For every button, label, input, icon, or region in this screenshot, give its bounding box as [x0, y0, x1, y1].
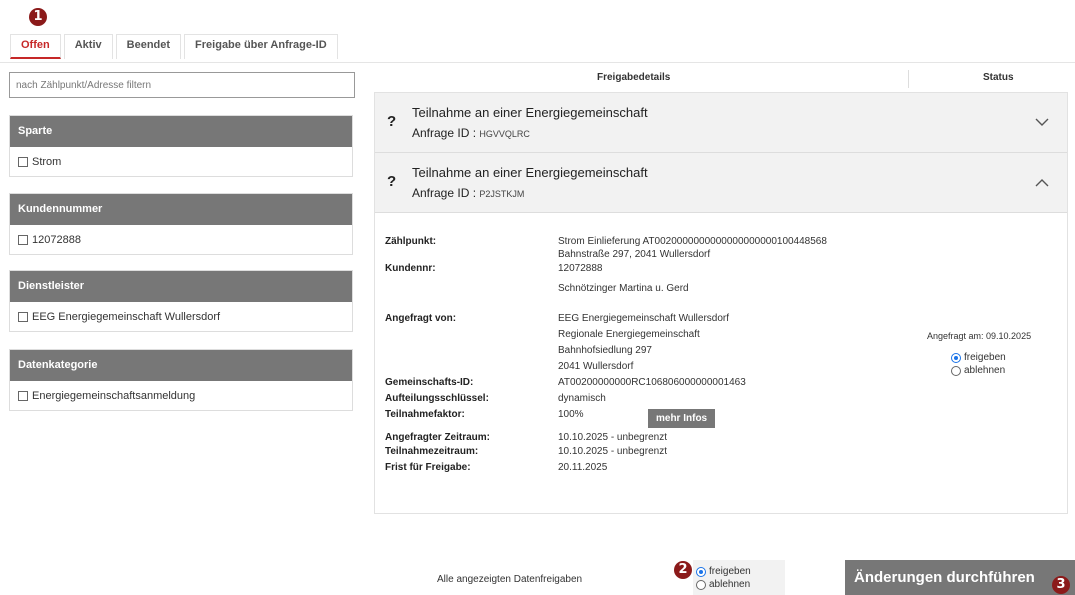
bulk-radio-freigeben[interactable]: freigeben [696, 565, 785, 578]
request-id-label: Anfrage ID : [412, 186, 477, 200]
bulk-decision-radios: freigeben ablehnen [693, 560, 785, 595]
requests-panel: ? Teilnahme an einer Energiegemeinschaft… [374, 92, 1068, 514]
request-details: Zählpunkt: Strom Einlieferung AT00200000… [375, 213, 1067, 513]
filter-option-label: EEG Energiegemeinschaft Wullersdorf [32, 310, 221, 323]
filter-option-dienstleister[interactable]: EEG Energiegemeinschaft Wullersdorf [10, 302, 352, 331]
chevron-down-icon[interactable] [1035, 115, 1049, 130]
mehr-infos-button[interactable]: mehr Infos [648, 409, 716, 428]
angefragt-von-name: EEG Energiegemeinschaft Wullersdorf [558, 313, 730, 324]
bulk-radio-ablehnen[interactable]: ablehnen [696, 578, 785, 591]
checkbox[interactable] [18, 311, 28, 322]
radio-label: ablehnen [709, 579, 751, 590]
question-icon: ? [387, 173, 397, 190]
angefragter-zeitraum-label: Angefragter Zeitraum: [385, 432, 491, 443]
gemeinschafts-id-label: Gemeinschafts-ID: [385, 377, 474, 388]
request-id-line: Anfrage ID : P2JSTKJM [412, 186, 524, 200]
zaehlpunkt-label: Zählpunkt: [385, 236, 437, 247]
frist-label: Frist für Freigabe: [385, 462, 471, 473]
filter-group-title: Dienstleister [10, 271, 352, 302]
filter-option-label: Energiegemeinschaftsanmeldung [32, 389, 196, 402]
radio-label: freigeben [709, 566, 751, 577]
teilnahmezeitraum-value: 10.10.2025 - unbegrenzt [558, 446, 667, 457]
gemeinschafts-id-value: AT00200000000RC106806000000001463 [558, 377, 746, 388]
address-filter-input[interactable] [9, 72, 355, 98]
request-id-label: Anfrage ID : [412, 126, 477, 140]
aufteilung-label: Aufteilungsschlüssel: [385, 393, 489, 404]
radio-ablehnen[interactable]: ablehnen [951, 364, 1006, 377]
tab-freigabe-anfrage-id[interactable]: Freigabe über Anfrage-ID [184, 34, 338, 59]
aufteilung-value: dynamisch [558, 393, 606, 404]
zaehlpunkt-value: Strom Einlieferung AT0020000000000000000… [558, 236, 827, 247]
column-header-details: Freigabedetails [597, 72, 671, 83]
angefragt-von-city: 2041 Wullersdorf [558, 361, 634, 372]
tab-beendet[interactable]: Beendet [115, 34, 182, 59]
filter-option-kundennummer[interactable]: 12072888 [10, 225, 352, 254]
filter-group-dienstleister: Dienstleister EEG Energiegemeinschaft Wu… [9, 270, 353, 332]
zaehlpunkt-address: Bahnstraße 297, 2041 Wullersdorf [558, 249, 711, 260]
filter-group-kundennummer: Kundennummer 12072888 [9, 193, 353, 255]
request-id-value: P2JSTKJM [479, 189, 525, 199]
radio-button-selected[interactable] [696, 566, 706, 577]
radio-label: freigeben [964, 352, 1006, 363]
teilnahmefaktor-value: 100% [558, 409, 584, 420]
step-marker-1: 1 [29, 8, 47, 26]
filter-option-label: 12072888 [32, 233, 81, 246]
checkbox[interactable] [18, 390, 28, 401]
step-marker-3: 3 [1052, 576, 1070, 594]
filter-group-datenkategorie: Datenkategorie Energiegemeinschaftsanmel… [9, 349, 353, 411]
angefragt-von-label: Angefragt von: [385, 313, 457, 324]
tab-offen[interactable]: Offen [10, 34, 61, 59]
frist-value: 20.11.2025 [558, 462, 608, 473]
checkbox[interactable] [18, 234, 28, 245]
teilnahmefaktor-label: Teilnahmefaktor: [385, 409, 465, 420]
kunde-name: Schnötzinger Martina u. Gerd [558, 283, 689, 294]
request-title: Teilnahme an einer Energiegemeinschaft [412, 165, 648, 180]
angefragt-am-date: Angefragt am: 09.10.2025 [927, 331, 1032, 341]
column-header-status: Status [983, 72, 1014, 83]
request-id-value: HGVVQLRC [479, 129, 530, 139]
question-icon: ? [387, 113, 397, 130]
kundennr-value: 12072888 [558, 263, 603, 274]
filter-group-title: Kundennummer [10, 194, 352, 225]
kundennr-label: Kundennr: [385, 263, 436, 274]
chevron-up-icon[interactable] [1035, 175, 1049, 190]
filter-option-strom[interactable]: Strom [10, 147, 352, 176]
radio-button[interactable] [951, 365, 961, 376]
angefragter-zeitraum-value: 10.10.2025 - unbegrenzt [558, 432, 667, 443]
step-marker-2: 2 [674, 561, 692, 579]
radio-freigeben[interactable]: freigeben [951, 351, 1006, 364]
request-row-expanded[interactable]: ? Teilnahme an einer Energiegemeinschaft… [375, 153, 1067, 213]
filter-group-sparte: Sparte Strom [9, 115, 353, 177]
radio-label: ablehnen [964, 365, 1006, 376]
filter-group-title: Datenkategorie [10, 350, 352, 381]
column-divider [908, 70, 909, 88]
apply-changes-button[interactable]: Änderungen durchführen [845, 560, 1075, 595]
radio-button-selected[interactable] [951, 352, 961, 363]
angefragt-von-type: Regionale Energiegemeinschaft [558, 329, 700, 340]
filter-option-datenkategorie[interactable]: Energiegemeinschaftsanmeldung [10, 381, 352, 410]
angefragt-von-street: Bahnhofsiedlung 297 [558, 345, 652, 356]
tab-bar: Offen Aktiv Beendet Freigabe über Anfrag… [10, 34, 341, 59]
all-shown-label: Alle angezeigten Datenfreigaben [437, 574, 583, 585]
tab-aktiv[interactable]: Aktiv [63, 34, 113, 59]
radio-button[interactable] [696, 579, 706, 590]
filter-option-label: Strom [32, 155, 62, 168]
filter-group-title: Sparte [10, 116, 352, 147]
request-id-line: Anfrage ID : HGVVQLRC [412, 126, 530, 140]
checkbox[interactable] [18, 156, 28, 167]
request-row-collapsed[interactable]: ? Teilnahme an einer Energiegemeinschaft… [375, 93, 1067, 153]
request-decision-radios: freigeben ablehnen [951, 351, 1006, 377]
tab-divider [0, 62, 1075, 63]
request-title: Teilnahme an einer Energiegemeinschaft [412, 105, 648, 120]
teilnahmezeitraum-label: Teilnahmezeitraum: [385, 446, 479, 457]
